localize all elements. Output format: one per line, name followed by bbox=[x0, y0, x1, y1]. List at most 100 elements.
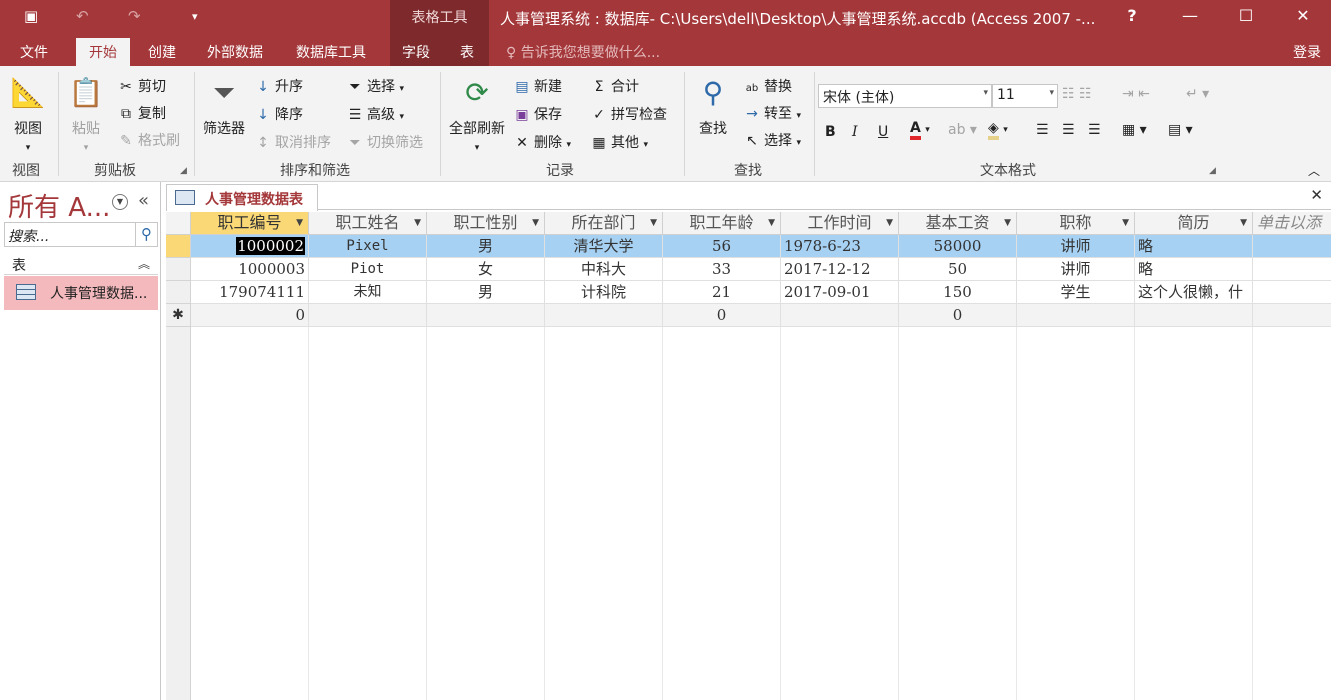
new-row-cell[interactable] bbox=[1017, 304, 1135, 327]
add-column-cell[interactable] bbox=[1253, 304, 1331, 327]
collapse-nav-icon[interactable]: « bbox=[138, 190, 149, 211]
view-button[interactable]: 📐 视图 ▾ bbox=[8, 74, 48, 154]
advanced-filter-button[interactable]: ☰ 高级 ▾ bbox=[345, 104, 404, 124]
font-size-select[interactable]: 11 ▾ bbox=[992, 84, 1058, 108]
toggle-filter-button[interactable]: ⏷ 切换筛选 bbox=[345, 132, 423, 152]
tab-fields[interactable]: 字段 bbox=[402, 42, 430, 62]
sort-ascending-button[interactable]: ↓ 升序 bbox=[253, 76, 303, 96]
new-row-cell[interactable] bbox=[545, 304, 663, 327]
nav-search-input[interactable]: 搜索... bbox=[8, 226, 49, 246]
goto-button[interactable]: → 转至 ▾ bbox=[742, 103, 801, 123]
replace-button[interactable]: ab 替换 bbox=[742, 76, 792, 96]
table-cell[interactable]: Pixel bbox=[309, 235, 427, 258]
table-cell[interactable]: 56 bbox=[663, 235, 781, 258]
column-header[interactable]: 职工姓名 ▼ bbox=[309, 212, 427, 235]
column-dropdown-icon[interactable]: ▼ bbox=[414, 212, 421, 234]
copy-button[interactable]: ⧉ 复制 bbox=[116, 103, 166, 123]
nav-item-table[interactable]: 人事管理数据... bbox=[4, 276, 158, 310]
add-column-cell[interactable] bbox=[1253, 258, 1331, 281]
table-cell[interactable]: 179074111 bbox=[191, 281, 309, 304]
column-header[interactable]: 职工性别 ▼ bbox=[427, 212, 545, 235]
cut-button[interactable]: ✂ 剪切 bbox=[116, 76, 166, 96]
chevron-down-icon[interactable]: ▼ bbox=[112, 194, 128, 210]
select-all-corner[interactable] bbox=[166, 212, 191, 235]
align-center-icon[interactable]: ☰ bbox=[1062, 122, 1075, 138]
table-cell[interactable]: 略 bbox=[1135, 235, 1253, 258]
spelling-button[interactable]: ✓ 拼写检查 bbox=[589, 104, 667, 124]
tab-table[interactable]: 表 bbox=[460, 42, 474, 62]
table-cell[interactable]: 这个人很懒，什 bbox=[1135, 281, 1253, 304]
align-left-icon[interactable]: ☰ bbox=[1036, 122, 1049, 138]
record-selector[interactable] bbox=[166, 258, 191, 281]
totals-button[interactable]: Σ 合计 bbox=[589, 76, 639, 96]
table-cell[interactable]: 中科大 bbox=[545, 258, 663, 281]
close-button[interactable]: ✕ bbox=[1283, 6, 1323, 25]
table-cell[interactable]: 150 bbox=[899, 281, 1017, 304]
tell-me-box[interactable]: ♀ 告诉我您想要做什么... bbox=[506, 42, 660, 62]
table-cell[interactable]: 女 bbox=[427, 258, 545, 281]
column-dropdown-icon[interactable]: ▼ bbox=[768, 212, 775, 234]
table-cell[interactable]: 学生 bbox=[1017, 281, 1135, 304]
align-right-icon[interactable]: ☰ bbox=[1088, 122, 1101, 138]
bold-button[interactable]: B bbox=[825, 124, 836, 140]
table-cell[interactable]: 讲师 bbox=[1017, 235, 1135, 258]
column-dropdown-icon[interactable]: ▼ bbox=[532, 212, 539, 234]
table-cell[interactable]: 讲师 bbox=[1017, 258, 1135, 281]
new-row-cell[interactable] bbox=[1135, 304, 1253, 327]
highlight-color-icon[interactable]: ab ▾ bbox=[948, 122, 977, 138]
refresh-all-button[interactable]: ⟳ 全部刷新 ▾ bbox=[446, 74, 508, 154]
collapse-ribbon-icon[interactable]: ︿ bbox=[1308, 162, 1320, 179]
table-cell[interactable]: 男 bbox=[427, 281, 545, 304]
column-dropdown-icon[interactable]: ▼ bbox=[1240, 212, 1247, 234]
column-dropdown-icon[interactable]: ▼ bbox=[296, 212, 303, 234]
redo-icon[interactable]: ↷ bbox=[128, 7, 141, 25]
new-row-cell[interactable]: 0 bbox=[899, 304, 1017, 327]
maximize-button[interactable]: ☐ bbox=[1226, 6, 1266, 25]
paste-button[interactable]: 📋 粘贴 ▾ bbox=[66, 74, 106, 154]
table-cell[interactable]: 50 bbox=[899, 258, 1017, 281]
more-button[interactable]: ▦ 其他 ▾ bbox=[589, 132, 648, 152]
table-cell[interactable]: 未知 bbox=[309, 281, 427, 304]
sort-descending-button[interactable]: ↓ 降序 bbox=[253, 104, 303, 124]
delete-record-button[interactable]: ✕ 删除 ▾ bbox=[512, 132, 571, 152]
tab-create[interactable]: 创建 bbox=[148, 42, 176, 62]
record-selector[interactable] bbox=[166, 235, 191, 258]
table-cell[interactable]: 1978-6-23 bbox=[781, 235, 899, 258]
column-header[interactable]: 基本工资 ▼ bbox=[899, 212, 1017, 235]
new-row-cell[interactable]: 0 bbox=[191, 304, 309, 327]
table-cell[interactable]: 2017-09-01 bbox=[781, 281, 899, 304]
table-cell[interactable]: 2017-12-12 bbox=[781, 258, 899, 281]
font-color-button[interactable]: A ▾ bbox=[910, 120, 930, 140]
dialog-launcher-icon[interactable]: ◢ bbox=[180, 166, 187, 176]
underline-button[interactable]: U bbox=[878, 124, 888, 140]
new-row-cell[interactable] bbox=[309, 304, 427, 327]
column-header[interactable]: 职称 ▼ bbox=[1017, 212, 1135, 235]
tab-database-tools[interactable]: 数据库工具 bbox=[296, 42, 366, 62]
column-dropdown-icon[interactable]: ▼ bbox=[1004, 212, 1011, 234]
column-header[interactable]: 职工编号 ▼ bbox=[191, 212, 309, 235]
remove-sort-button[interactable]: ↕ 取消排序 bbox=[253, 132, 331, 152]
new-row-cell[interactable] bbox=[427, 304, 545, 327]
search-icon[interactable]: ⚲ bbox=[135, 223, 157, 246]
column-dropdown-icon[interactable]: ▼ bbox=[650, 212, 657, 234]
nav-search-box[interactable]: 搜索... ⚲ bbox=[4, 222, 158, 247]
select-button[interactable]: ↖ 选择 ▾ bbox=[742, 130, 801, 150]
table-cell[interactable]: 略 bbox=[1135, 258, 1253, 281]
sign-in-link[interactable]: 登录 bbox=[1293, 42, 1321, 62]
find-button[interactable]: ⚲ 查找 bbox=[692, 74, 734, 138]
table-cell[interactable]: 计科院 bbox=[545, 281, 663, 304]
table-cell[interactable]: Piot bbox=[309, 258, 427, 281]
table-cell[interactable]: 1000003 bbox=[191, 258, 309, 281]
tab-external-data[interactable]: 外部数据 bbox=[207, 42, 263, 62]
alternate-row-color-icon[interactable]: ▦ ▾ bbox=[1122, 122, 1147, 138]
add-column-cell[interactable] bbox=[1253, 235, 1331, 258]
close-document-icon[interactable]: ✕ bbox=[1310, 186, 1323, 204]
font-name-select[interactable]: 宋体 (主体) ▾ bbox=[818, 84, 992, 108]
tab-home[interactable]: 开始 bbox=[76, 38, 130, 66]
paragraph-direction-icon[interactable]: ↵ ▾ bbox=[1186, 86, 1209, 102]
bullets-icon[interactable]: ☷ ☷ bbox=[1062, 86, 1092, 102]
record-selector[interactable] bbox=[166, 281, 191, 304]
save-icon[interactable]: ▣ bbox=[24, 7, 38, 25]
customize-qat-icon[interactable]: ▾ bbox=[192, 10, 198, 23]
table-cell[interactable]: 33 bbox=[663, 258, 781, 281]
